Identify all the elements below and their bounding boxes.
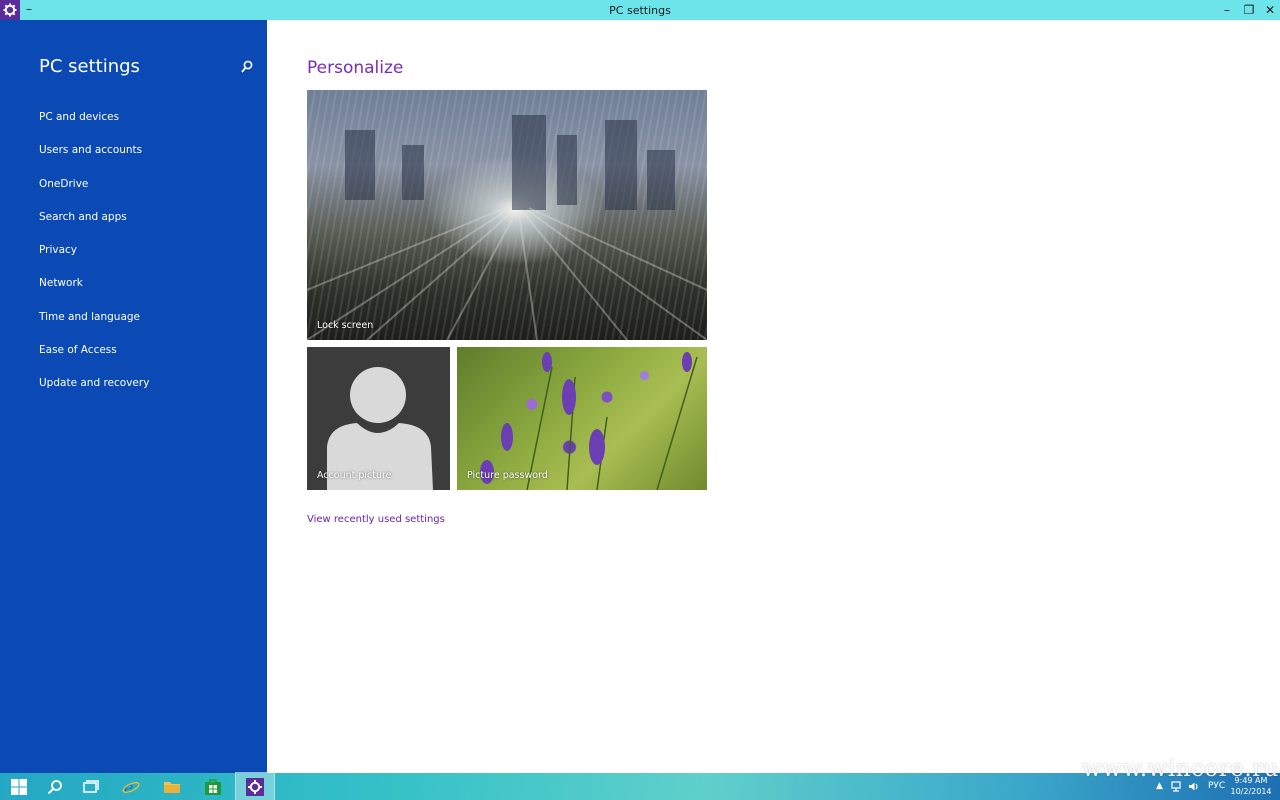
sidebar-item-search-and-apps[interactable]: Search and apps: [39, 210, 149, 243]
internet-explorer-icon: e: [122, 778, 140, 796]
volume-icon[interactable]: [1188, 781, 1200, 792]
start-button[interactable]: [0, 773, 38, 800]
main-content: Personalize Lock screen Account picture …: [267, 20, 1280, 773]
lock-screen-image: [307, 115, 707, 340]
watermark: www.wincore.ru: [1082, 756, 1279, 782]
picture-password-tile[interactable]: Picture password: [457, 347, 707, 490]
taskbar-search-button[interactable]: [36, 773, 74, 800]
sidebar-item-update-and-recovery[interactable]: Update and recovery: [39, 376, 149, 409]
sidebar-item-onedrive[interactable]: OneDrive: [39, 177, 149, 210]
lavender-image: [480, 352, 698, 490]
file-explorer-button[interactable]: [153, 773, 191, 800]
store-button[interactable]: [194, 773, 232, 800]
window-title: PC settings: [609, 4, 671, 17]
sidebar-item-time-and-language[interactable]: Time and language: [39, 310, 149, 343]
search-icon[interactable]: [241, 60, 253, 74]
sidebar: PC settings PC and devices Users and acc…: [0, 20, 267, 773]
sidebar-item-privacy[interactable]: Privacy: [39, 243, 149, 276]
account-picture-label: Account picture: [317, 470, 392, 481]
sidebar-nav: PC and devices Users and accounts OneDri…: [39, 110, 149, 410]
store-icon: [205, 778, 221, 795]
file-explorer-icon: [164, 781, 180, 793]
title-bar: – PC settings – ❐ ✕: [0, 0, 1280, 20]
task-view-icon: [83, 779, 99, 793]
settings-taskbar-button[interactable]: [235, 772, 275, 800]
start-icon: [11, 778, 27, 795]
user-silhouette-icon: [327, 367, 433, 490]
page-title: Personalize: [307, 58, 404, 78]
minimize-button[interactable]: –: [1216, 2, 1238, 18]
internet-explorer-button[interactable]: e: [112, 773, 150, 800]
sidebar-item-pc-and-devices[interactable]: PC and devices: [39, 110, 149, 143]
picture-password-label: Picture password: [467, 470, 548, 481]
restore-button[interactable]: ❐: [1238, 2, 1260, 18]
sidebar-item-users-and-accounts[interactable]: Users and accounts: [39, 143, 149, 176]
task-view-button[interactable]: [72, 773, 110, 800]
sidebar-heading: PC settings: [39, 56, 140, 77]
search-icon: [47, 779, 62, 794]
lock-screen-tile[interactable]: Lock screen: [307, 90, 707, 340]
clock-date: 10/2/2014: [1230, 787, 1272, 796]
sidebar-item-network[interactable]: Network: [39, 276, 149, 309]
sidebar-item-ease-of-access[interactable]: Ease of Access: [39, 343, 149, 376]
settings-icon: [246, 777, 264, 796]
account-picture-tile[interactable]: Account picture: [307, 347, 450, 490]
close-button[interactable]: ✕: [1259, 2, 1280, 18]
network-icon[interactable]: [1171, 781, 1183, 792]
view-recently-used-settings-link[interactable]: View recently used settings: [307, 514, 445, 525]
lock-screen-label: Lock screen: [317, 320, 374, 331]
